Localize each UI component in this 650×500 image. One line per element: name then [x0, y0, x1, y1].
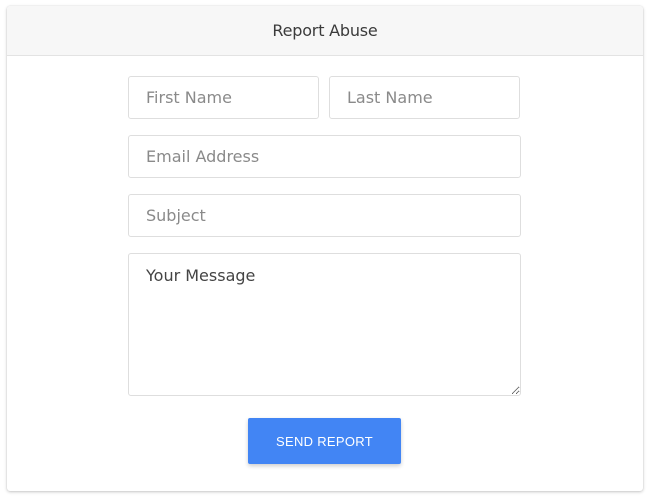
- send-report-button[interactable]: SEND REPORT: [248, 418, 401, 464]
- last-name-input[interactable]: [329, 76, 520, 119]
- report-abuse-card: Report Abuse SEND REPORT: [7, 6, 643, 491]
- page-title: Report Abuse: [272, 21, 378, 40]
- email-input[interactable]: [128, 135, 521, 178]
- message-textarea[interactable]: [128, 253, 521, 396]
- button-row: SEND REPORT: [128, 418, 521, 464]
- name-row: [128, 76, 521, 119]
- card-header: Report Abuse: [7, 6, 643, 56]
- first-name-input[interactable]: [128, 76, 319, 119]
- report-form: SEND REPORT: [128, 76, 521, 464]
- subject-input[interactable]: [128, 194, 521, 237]
